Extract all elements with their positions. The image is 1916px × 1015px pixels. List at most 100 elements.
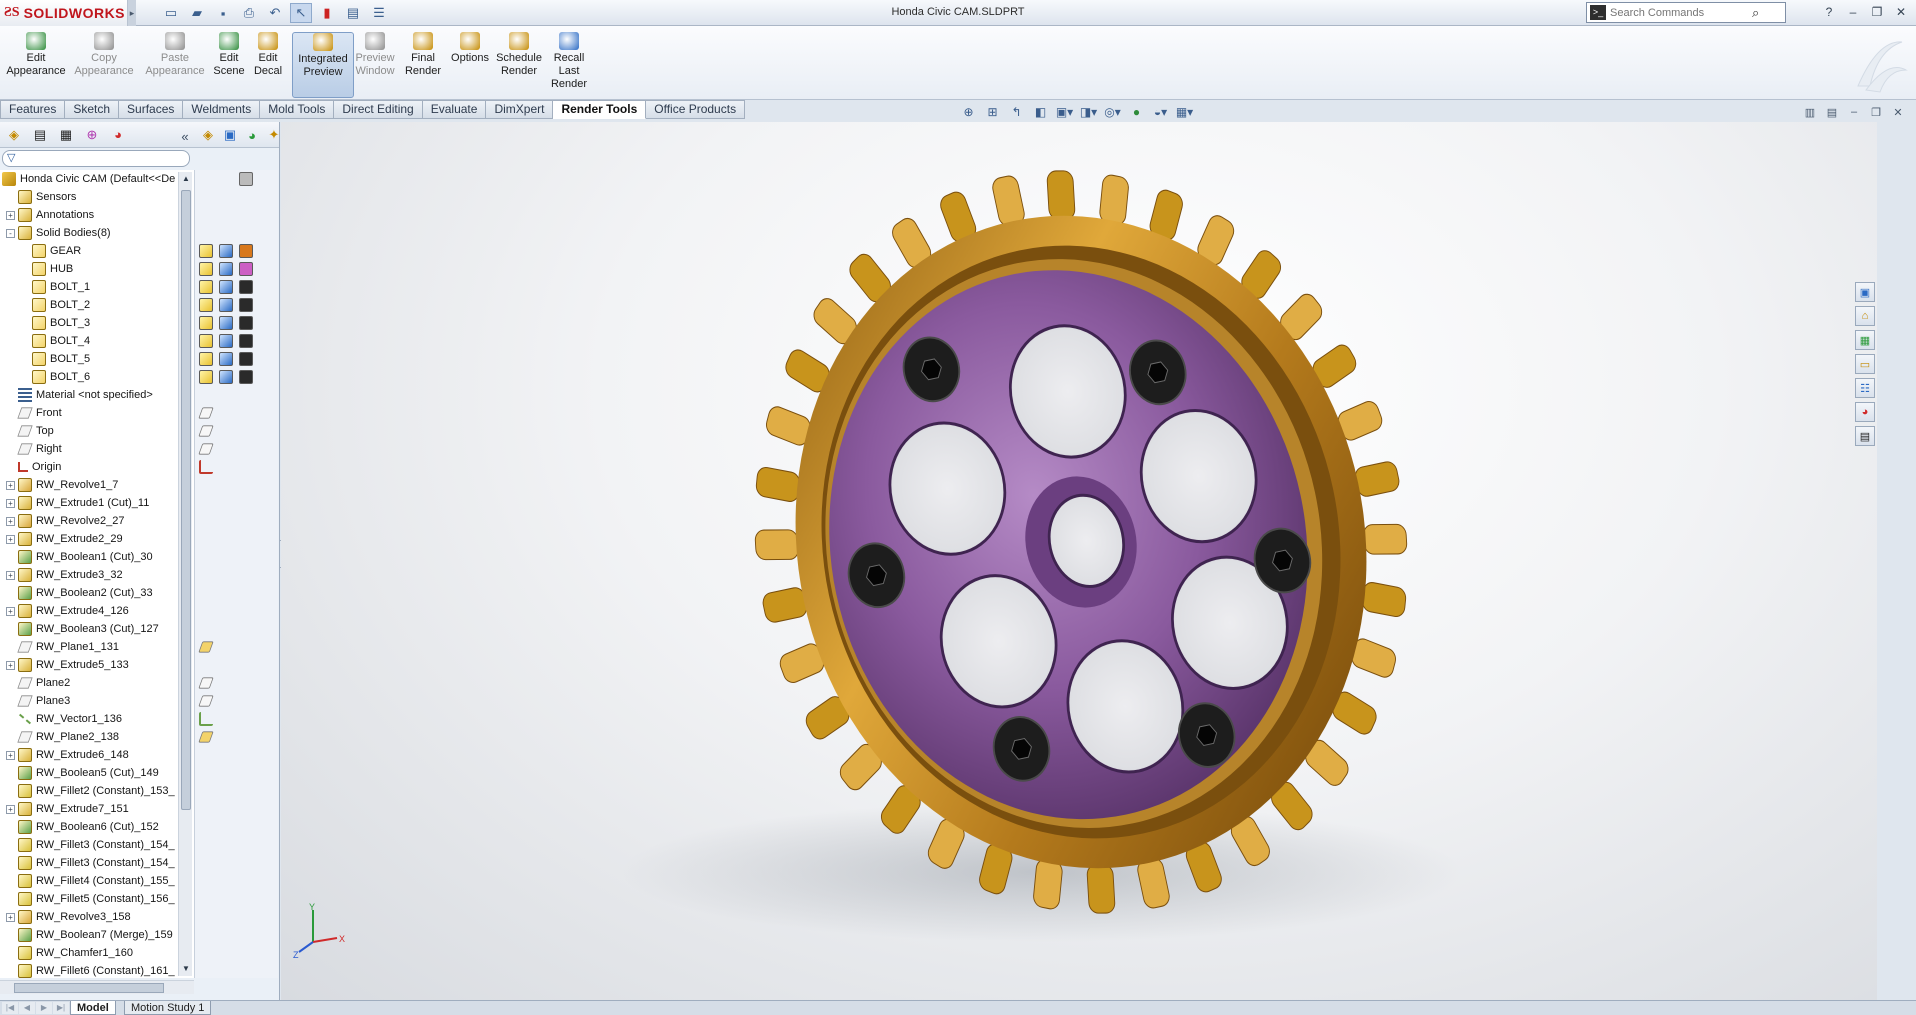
prev-tab-arrow-icon[interactable]: ◀ bbox=[19, 1002, 35, 1014]
expand-icon[interactable]: + bbox=[6, 480, 15, 490]
body-folder-icon[interactable] bbox=[199, 298, 213, 312]
tab-evaluate[interactable]: Evaluate bbox=[422, 100, 487, 119]
view-orientation-icon[interactable]: ▣▾ bbox=[1054, 103, 1075, 121]
tree-item[interactable]: Top bbox=[6, 422, 54, 440]
tab-motion-study[interactable]: Motion Study 1 bbox=[124, 1001, 212, 1015]
property-manager-tab-icon[interactable]: ▤ bbox=[28, 124, 52, 146]
decal-icon[interactable] bbox=[219, 262, 233, 276]
appearance-swatch-icon[interactable] bbox=[239, 370, 253, 384]
tab-surfaces[interactable]: Surfaces bbox=[119, 100, 184, 119]
tree-item[interactable]: + RW_Extrude4_126 bbox=[6, 602, 129, 620]
tree-item[interactable]: RW_Chamfer1_160 bbox=[6, 944, 133, 962]
view-palette-icon[interactable]: ☷ bbox=[1855, 378, 1875, 398]
tree-item[interactable]: BOLT_3 bbox=[20, 314, 90, 332]
tree-item[interactable]: + RW_Extrude3_32 bbox=[6, 566, 123, 584]
tree-item[interactable]: Front bbox=[6, 404, 62, 422]
scene-tab-icon[interactable]: ◕ bbox=[240, 124, 264, 146]
expand-icon[interactable]: + bbox=[6, 516, 15, 526]
decal-icon[interactable] bbox=[219, 316, 233, 330]
tree-item[interactable]: RW_Boolean3 (Cut)_127 bbox=[6, 620, 159, 638]
minimize-icon[interactable]: – bbox=[1844, 3, 1862, 21]
design-library-icon[interactable]: ⌂ bbox=[1855, 306, 1875, 326]
expand-icon[interactable]: + bbox=[6, 804, 15, 814]
tree-item[interactable]: RW_Fillet6 (Constant)_161_ bbox=[6, 962, 175, 978]
doc-minimize-icon[interactable]: – bbox=[1846, 104, 1862, 120]
tree-item[interactable]: + RW_Extrude6_148 bbox=[6, 746, 129, 764]
tree-item[interactable]: - Solid Bodies(8) bbox=[6, 224, 111, 242]
appearance-swatch-icon[interactable] bbox=[239, 244, 253, 258]
tree-item[interactable]: + RW_Revolve3_158 bbox=[6, 908, 131, 926]
tree-root-part[interactable]: Honda Civic CAM (Default<<De bbox=[2, 170, 175, 188]
body-folder-icon[interactable] bbox=[199, 316, 213, 330]
edit-scene-button[interactable]: Edit Scene bbox=[212, 32, 246, 98]
plane-appearance-icon[interactable] bbox=[198, 425, 214, 437]
file-properties-icon[interactable]: ▤ bbox=[342, 3, 364, 23]
open-folder-icon[interactable]: ▰ bbox=[186, 3, 208, 23]
tree-item[interactable]: + RW_Extrude1 (Cut)_11 bbox=[6, 494, 149, 512]
menu-expand-arrow[interactable]: ▸ bbox=[128, 0, 136, 26]
origin-display-icon[interactable] bbox=[199, 460, 213, 474]
plane-appearance-icon[interactable] bbox=[198, 641, 214, 653]
tree-item[interactable]: Material <not specified> bbox=[6, 386, 153, 404]
body-folder-icon[interactable] bbox=[199, 280, 213, 294]
solidworks-logo[interactable]: ƧS SOLIDWORKS bbox=[0, 0, 128, 26]
collapse-icon[interactable]: - bbox=[6, 228, 15, 238]
axis-display-icon[interactable] bbox=[199, 712, 213, 726]
custom-properties-icon[interactable]: ▤ bbox=[1855, 426, 1875, 446]
zoom-to-area-icon[interactable]: ⊞ bbox=[982, 103, 1003, 121]
tree-item[interactable]: GEAR bbox=[20, 242, 81, 260]
preview-window-button[interactable]: Preview Window bbox=[352, 32, 398, 98]
cam-gear-model[interactable] bbox=[281, 122, 1877, 1000]
edit-appearance-view-icon[interactable]: ● bbox=[1126, 103, 1147, 121]
tree-item[interactable]: RW_Plane2_138 bbox=[6, 728, 119, 746]
appearance-swatch-icon[interactable] bbox=[239, 334, 253, 348]
appearance-swatch-icon[interactable] bbox=[239, 262, 253, 276]
expand-icon[interactable]: + bbox=[6, 606, 15, 616]
options-button[interactable]: Options bbox=[448, 32, 492, 98]
select-pointer-icon[interactable]: ↖ bbox=[290, 3, 312, 23]
tab-mold-tools[interactable]: Mold Tools bbox=[260, 100, 335, 119]
body-folder-icon[interactable] bbox=[199, 244, 213, 258]
view-settings-icon[interactable]: ▦▾ bbox=[1174, 103, 1195, 121]
tree-item[interactable]: HUB bbox=[20, 260, 73, 278]
decal-icon[interactable] bbox=[219, 370, 233, 384]
feature-manager-tab-icon[interactable]: ◈ bbox=[2, 124, 26, 146]
tree-item[interactable]: BOLT_6 bbox=[20, 368, 90, 386]
expand-icon[interactable]: + bbox=[6, 498, 15, 508]
appearance-tab-icon[interactable]: ◈ bbox=[196, 124, 220, 146]
doc-restore-icon[interactable]: ❐ bbox=[1868, 104, 1884, 120]
tree-item[interactable]: BOLT_4 bbox=[20, 332, 90, 350]
tree-item[interactable]: RW_Vector1_136 bbox=[6, 710, 122, 728]
close-icon[interactable]: ✕ bbox=[1892, 3, 1910, 21]
save-icon[interactable]: ▪ bbox=[212, 3, 234, 23]
tab-dimxpert[interactable]: DimXpert bbox=[486, 100, 554, 119]
search-icon[interactable]: ⌕ bbox=[1752, 5, 1759, 21]
body-folder-icon[interactable] bbox=[199, 262, 213, 276]
plane-appearance-icon[interactable] bbox=[198, 407, 214, 419]
body-folder-icon[interactable] bbox=[199, 370, 213, 384]
tree-item[interactable]: RW_Fillet5 (Constant)_156_ bbox=[6, 890, 175, 908]
options-gear-icon[interactable]: ☰ bbox=[368, 3, 390, 23]
tree-item[interactable]: RW_Plane1_131 bbox=[6, 638, 119, 656]
scene-swatch-icon[interactable] bbox=[239, 172, 253, 186]
appearance-swatch-icon[interactable] bbox=[239, 280, 253, 294]
decal-icon[interactable] bbox=[219, 352, 233, 366]
tree-item[interactable]: + RW_Extrude2_29 bbox=[6, 530, 123, 548]
previous-view-icon[interactable]: ↰ bbox=[1006, 103, 1027, 121]
edit-appearance-button[interactable]: Edit Appearance bbox=[4, 32, 68, 98]
section-view-icon[interactable]: ◧ bbox=[1030, 103, 1051, 121]
tree-item[interactable]: + Annotations bbox=[6, 206, 94, 224]
tree-vertical-scrollbar[interactable]: ▲ ▼ bbox=[178, 172, 192, 976]
tree-item[interactable]: Right bbox=[6, 440, 62, 458]
expand-icon[interactable]: + bbox=[6, 210, 15, 220]
plane-appearance-icon[interactable] bbox=[198, 731, 214, 743]
tile-horizontal-icon[interactable]: ▥ bbox=[1802, 104, 1818, 120]
tree-item[interactable]: Origin bbox=[6, 458, 61, 476]
tree-item[interactable]: BOLT_1 bbox=[20, 278, 90, 296]
search-commands-box[interactable]: >_ ⌕ bbox=[1586, 2, 1786, 23]
body-folder-icon[interactable] bbox=[199, 352, 213, 366]
zoom-to-fit-icon[interactable]: ⊕ bbox=[958, 103, 979, 121]
collapse-panel-icon[interactable]: « bbox=[178, 125, 192, 147]
tree-item[interactable]: BOLT_5 bbox=[20, 350, 90, 368]
tree-item[interactable]: RW_Boolean6 (Cut)_152 bbox=[6, 818, 159, 836]
